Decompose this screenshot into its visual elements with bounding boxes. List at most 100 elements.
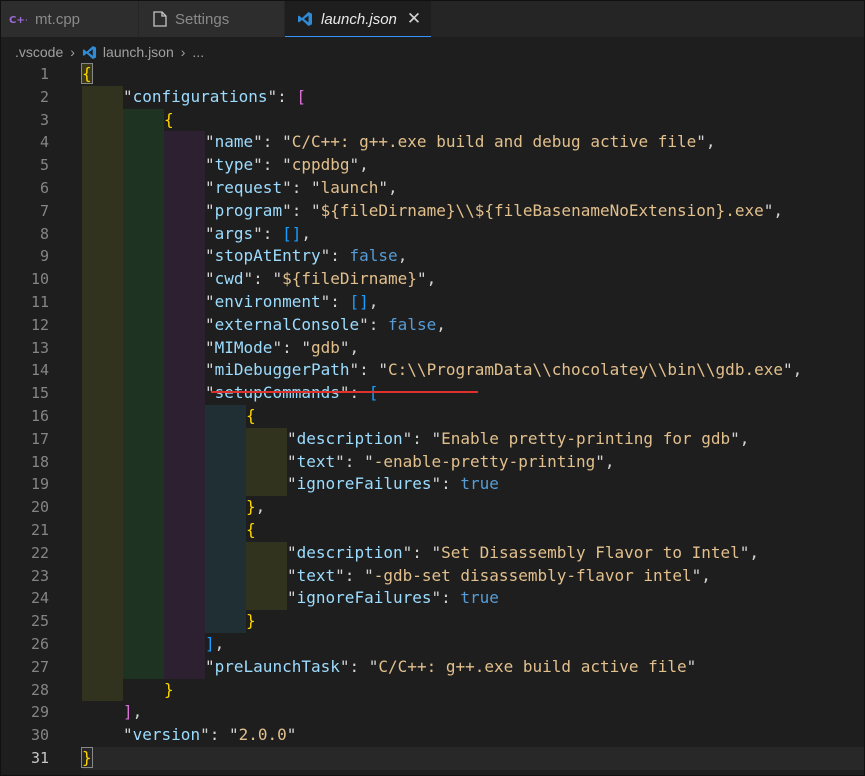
tab-mt-cpp[interactable]: C++ mt.cpp [1, 1, 139, 37]
json-value: -gdb-set disassembly-flavor intel [373, 565, 692, 585]
json-key: request [214, 178, 283, 197]
line-number: 29 [30, 703, 49, 722]
line-number: 10 [30, 270, 49, 289]
line-number: 22 [30, 543, 49, 562]
code-line: "type": "cppdbg", [205, 155, 369, 175]
line-number: 1 [39, 65, 49, 83]
code-line: "externalConsole": false, [205, 314, 446, 334]
chevron-right-icon: › [70, 44, 75, 60]
json-value: Enable pretty-printing for gdb [441, 428, 731, 448]
json-key: preLaunchTask [214, 656, 340, 676]
tab-label: mt.cpp [35, 10, 81, 28]
code-editor[interactable]: 1 2 3 4 5 6 7 8 9 10 11 12 13 14 15 16 17 18 19 20 21 22 23 24 2… [1, 63, 864, 775]
breadcrumb-more[interactable]: ... [192, 44, 204, 60]
code-line: "cwd": "${fileDirname}", [205, 269, 437, 289]
tab-bar: C++ mt.cpp Settings launch.json ✕ [1, 1, 864, 37]
code-line: { [246, 520, 256, 539]
json-key: args [214, 223, 254, 243]
code-line: "miDebuggerPath": "C:\\ProgramData\\choc… [205, 360, 803, 380]
code-line: "ignoreFailures": true [287, 474, 499, 494]
tab-launch-json[interactable]: launch.json ✕ [285, 1, 432, 37]
code-line: "MIMode": "gdb", [205, 337, 360, 357]
code-line: "program": "${fileDirname}\\${fileBasena… [205, 200, 783, 220]
editor-window: C++ mt.cpp Settings launch.json ✕ .vscod… [0, 0, 865, 776]
indent-guide [123, 108, 164, 679]
json-value: [] [349, 292, 369, 311]
json-key: stopAtEntry [214, 246, 321, 266]
json-key: cwd [214, 269, 244, 289]
indent-guide [205, 405, 246, 633]
line-number: 25 [30, 612, 49, 631]
tab-label: Settings [175, 10, 230, 28]
code-line: "description": "Enable pretty-printing f… [287, 428, 750, 448]
indent-guide [164, 131, 205, 679]
json-key: text [296, 565, 336, 585]
line-number: 24 [30, 589, 49, 608]
line-number: 27 [30, 657, 49, 676]
tab-settings[interactable]: Settings [139, 1, 285, 37]
line-number: 18 [30, 452, 49, 471]
line-number: 23 [30, 566, 49, 585]
indent-guide [246, 541, 287, 611]
json-value: gdb [310, 337, 340, 357]
json-value: ${fileDirname} [282, 269, 417, 289]
json-key: description [296, 428, 403, 448]
json-key: MIMode [214, 337, 273, 357]
json-value: [] [282, 223, 302, 243]
code-line: "text": "-gdb-set disassembly-flavor int… [287, 565, 711, 585]
code-line: } [81, 747, 93, 768]
code-line: { [164, 109, 174, 129]
close-icon[interactable]: ✕ [407, 9, 421, 29]
code-line: { [81, 63, 93, 84]
vscode-icon [297, 11, 313, 27]
line-number: 20 [30, 498, 49, 517]
code-line: ], [123, 702, 143, 722]
line-number: 15 [30, 384, 49, 403]
breadcrumb-file[interactable]: launch.json [103, 44, 174, 60]
json-value: false [388, 314, 437, 334]
json-value: C:\\ProgramData\\chocolatey\\bin\\gdb.ex… [388, 360, 783, 380]
line-number: 17 [30, 429, 49, 448]
line-number: 7 [39, 201, 49, 220]
breadcrumb-folder[interactable]: .vscode [15, 44, 63, 60]
json-value: 2.0.0 [238, 725, 287, 745]
line-number: 26 [30, 635, 49, 653]
cpp-file-icon: C++ [9, 12, 27, 26]
line-number: 6 [39, 179, 49, 197]
json-key: environment [214, 292, 321, 311]
json-value: false [349, 246, 398, 266]
code-line: "request": "launch", [205, 178, 398, 197]
line-number: 12 [30, 315, 49, 334]
line-number: 21 [30, 521, 49, 539]
code-line: "text": "-enable-pretty-printing", [287, 451, 615, 471]
code-line: { [246, 406, 256, 425]
line-number: 3 [39, 110, 49, 129]
json-key: description [296, 542, 403, 562]
json-key: ignoreFailures [296, 588, 432, 608]
line-number: 9 [39, 247, 49, 266]
line-number: 16 [30, 407, 49, 425]
indent-guide [82, 85, 123, 702]
red-underline-annotation [211, 391, 478, 393]
json-key: program [214, 200, 283, 220]
code-line: "setupCommands": [ [205, 382, 378, 405]
json-key: ignoreFailures [296, 474, 432, 494]
json-value: C/C++: g++.exe build and debug active fi… [291, 132, 697, 152]
json-key: name [214, 132, 254, 152]
line-number: 14 [30, 361, 49, 380]
line-number: 31 [30, 749, 49, 767]
json-key: type [214, 155, 254, 175]
code-line: "ignoreFailures": true [287, 588, 499, 608]
code-line: "configurations": [ [123, 86, 307, 106]
code-line: } [164, 679, 174, 699]
json-key: version [132, 725, 201, 745]
current-line-highlight [82, 747, 864, 770]
json-value: cppdbg [291, 155, 350, 175]
line-number: 8 [39, 224, 49, 243]
indent-guide [246, 427, 287, 497]
code-line: }, [246, 497, 266, 517]
json-key: configurations [132, 86, 268, 106]
json-value: launch [320, 178, 379, 197]
code-line: "version": "2.0.0" [123, 725, 297, 745]
vscode-icon [82, 45, 97, 60]
